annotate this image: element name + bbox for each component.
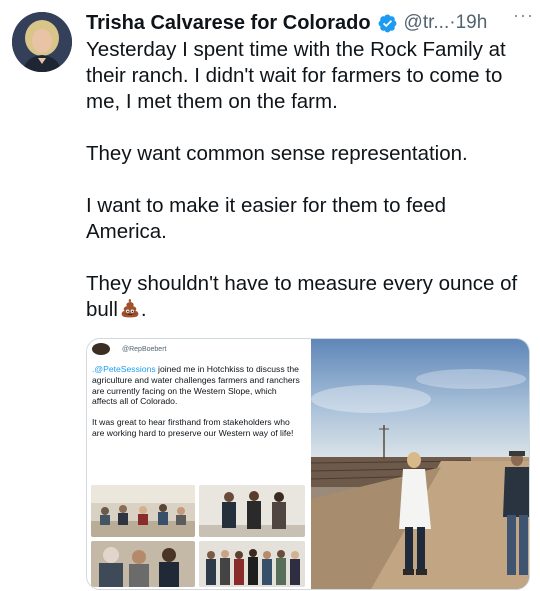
tweet-media[interactable]: @RepBoebert .@PeteSessions joined me in … xyxy=(86,338,530,590)
author-avatar[interactable] xyxy=(12,12,72,72)
quoted-post-header: @RepBoebert xyxy=(92,343,166,355)
quoted-mention: .@PeteSessions xyxy=(92,364,156,374)
tweet-line: bull xyxy=(86,298,118,321)
quoted-photo-group-standing xyxy=(199,485,305,537)
author-name[interactable]: Trisha Calvarese for Colorado xyxy=(86,12,371,35)
quoted-photo-conversation xyxy=(91,541,195,587)
quoted-handle: @RepBoebert xyxy=(122,345,167,353)
verified-badge-icon xyxy=(378,14,397,32)
tweet-line: They shouldn't have to measure every oun… xyxy=(86,272,518,295)
tweet-header: Trisha Calvarese for Colorado @tr... · 1… xyxy=(86,8,532,38)
quoted-avatar xyxy=(92,343,110,355)
tweet-timestamp[interactable]: 19h xyxy=(456,12,488,34)
quoted-photo-meeting xyxy=(91,485,195,537)
quoted-paragraph: .@PeteSessions joined me in Hotchkiss to… xyxy=(92,364,304,407)
author-handle[interactable]: @tr... xyxy=(404,12,450,34)
tweet-paragraph: Yesterday I spent time with the Rock Fam… xyxy=(86,38,506,113)
tweet-paragraph: I want to make it easier for them to fee… xyxy=(86,194,447,243)
tweet-paragraph: They shouldn't have to measure every oun… xyxy=(86,271,531,323)
avatar-image xyxy=(12,12,72,72)
more-options-icon[interactable]: ··· xyxy=(513,5,534,26)
tweet-line: . xyxy=(140,298,147,321)
quoted-photo-grid xyxy=(91,485,305,587)
quoted-post-image[interactable]: @RepBoebert .@PeteSessions joined me in … xyxy=(87,339,309,589)
quoted-paragraph: It was great to hear firsthand from stak… xyxy=(92,417,294,438)
poop-emoji-icon xyxy=(121,298,139,318)
quoted-photo-group xyxy=(199,541,305,587)
quoted-post-text: .@PeteSessions joined me in Hotchkiss to… xyxy=(92,364,304,439)
tweet-text: Yesterday I spent time with the Rock Fam… xyxy=(86,37,531,323)
tweet-paragraph: They want common sense representation. xyxy=(86,142,468,165)
ranch-photo[interactable] xyxy=(310,339,529,589)
